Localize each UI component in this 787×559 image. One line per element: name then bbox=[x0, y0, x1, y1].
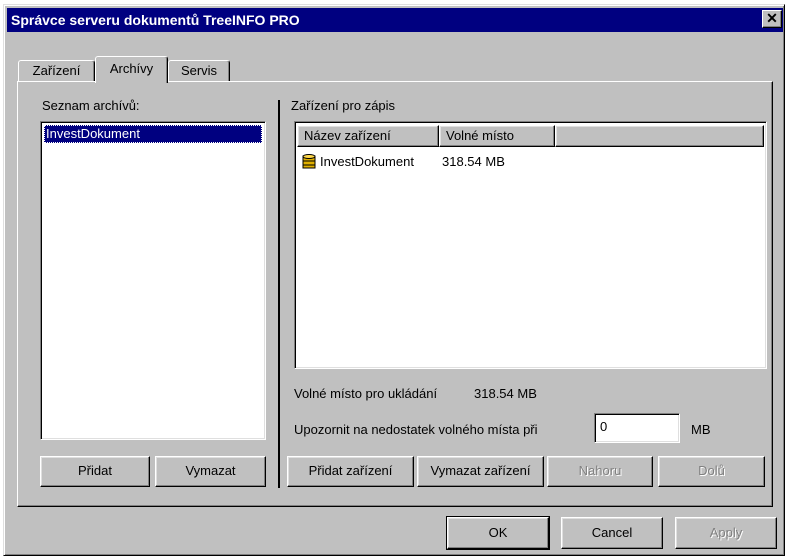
warn-unit: MB bbox=[691, 422, 711, 437]
tab-zarizeni[interactable]: Zařízení bbox=[18, 60, 95, 82]
tab-label: Zařízení bbox=[32, 63, 81, 78]
button-label: Vymazat bbox=[185, 463, 236, 478]
tab-label: Servis bbox=[180, 63, 218, 78]
title-bar: Správce serveru dokumentů TreeINFO PRO bbox=[7, 8, 783, 32]
archive-list-label: Seznam archívů: bbox=[42, 98, 140, 113]
column-header-free[interactable]: Volné místo bbox=[439, 125, 555, 147]
ok-button[interactable]: OK bbox=[446, 516, 550, 550]
button-label: Nahoru bbox=[578, 463, 622, 478]
column-header-name[interactable]: Název zařízení bbox=[297, 125, 439, 147]
column-header-empty bbox=[555, 125, 764, 147]
tab-label: Archívy bbox=[109, 61, 154, 76]
window-title: Správce serveru dokumentů TreeINFO PRO bbox=[11, 12, 300, 28]
delete-device-button[interactable]: Vymazat zařízení bbox=[417, 456, 544, 487]
device-group-label: Zařízení pro zápis bbox=[291, 98, 396, 113]
device-row-name[interactable]: InvestDokument bbox=[320, 152, 414, 172]
cancel-button[interactable]: Cancel bbox=[561, 517, 663, 549]
button-label: Vymazat zařízení bbox=[430, 463, 531, 478]
archive-list[interactable] bbox=[40, 121, 266, 440]
move-up-button[interactable]: Nahoru bbox=[547, 456, 653, 487]
free-space-value: 318.54 MB bbox=[474, 386, 537, 401]
warn-threshold-input[interactable]: 0 bbox=[594, 413, 680, 443]
free-space-label: Volné místo pro ukládání bbox=[294, 386, 438, 401]
tab-archivy[interactable]: Archívy bbox=[95, 56, 168, 83]
button-label: Dolů bbox=[698, 463, 725, 478]
tab-servis[interactable]: Servis bbox=[168, 60, 230, 82]
column-header-label: Název zařízení bbox=[304, 128, 391, 143]
list-item[interactable]: InvestDokument bbox=[44, 125, 262, 143]
divider bbox=[278, 100, 280, 488]
warn-label: Upozornit na nedostatek volného místa př… bbox=[294, 422, 538, 437]
apply-button[interactable]: Apply bbox=[675, 517, 777, 549]
warn-threshold-value: 0 bbox=[600, 419, 608, 434]
button-label: OK bbox=[488, 525, 508, 540]
add-archive-button[interactable]: Přidat bbox=[40, 456, 150, 487]
close-icon: ✕ bbox=[766, 10, 778, 26]
close-button[interactable]: ✕ bbox=[762, 10, 782, 28]
add-device-button[interactable]: Přidat zařízení bbox=[287, 456, 414, 487]
database-icon bbox=[302, 154, 316, 170]
button-label: Apply bbox=[709, 525, 743, 540]
device-row-free: 318.54 MB bbox=[442, 154, 505, 169]
button-label: Cancel bbox=[591, 525, 633, 540]
delete-archive-button[interactable]: Vymazat bbox=[155, 456, 266, 487]
button-label: Přidat bbox=[78, 463, 112, 478]
move-down-button[interactable]: Dolů bbox=[658, 456, 765, 487]
column-header-label: Volné místo bbox=[446, 128, 514, 143]
button-label: Přidat zařízení bbox=[308, 463, 393, 478]
